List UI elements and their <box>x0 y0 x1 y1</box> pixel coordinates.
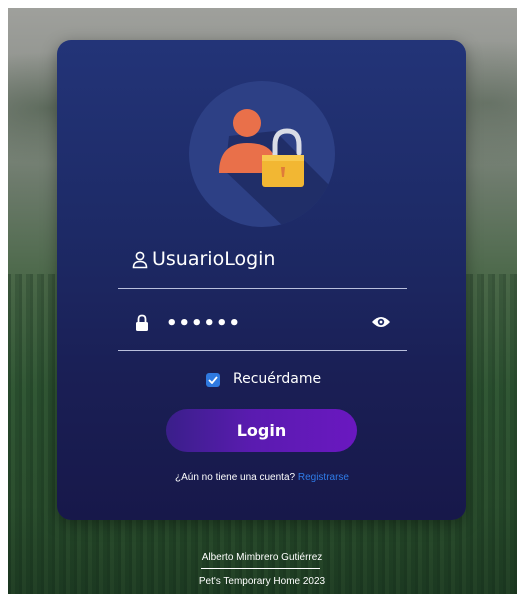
check-icon <box>208 376 218 384</box>
username-field[interactable]: UsuarioLogin <box>152 248 275 270</box>
lock-icon <box>136 314 148 331</box>
register-prompt-text: ¿Aún no tiene una cuenta? <box>174 472 296 483</box>
remember-checkbox[interactable] <box>206 373 220 387</box>
remember-label[interactable]: Recuérdame <box>233 371 321 387</box>
register-link[interactable]: Registrarse <box>298 472 349 483</box>
footer-copyright: Pet's Temporary Home 2023 <box>198 576 326 587</box>
footer-divider <box>201 568 320 569</box>
eye-icon[interactable] <box>371 315 391 329</box>
user-icon <box>132 251 148 269</box>
footer-author: Alberto Mimbrero Gutiérrez <box>201 552 323 563</box>
password-field[interactable]: •••••• <box>166 313 241 334</box>
avatar <box>189 81 335 227</box>
password-underline <box>118 350 407 351</box>
user-lock-icon <box>219 109 335 227</box>
username-underline <box>118 288 407 289</box>
login-button[interactable]: Login <box>166 409 357 452</box>
register-prompt: ¿Aún no tiene una cuenta? Registrarse <box>0 472 524 483</box>
